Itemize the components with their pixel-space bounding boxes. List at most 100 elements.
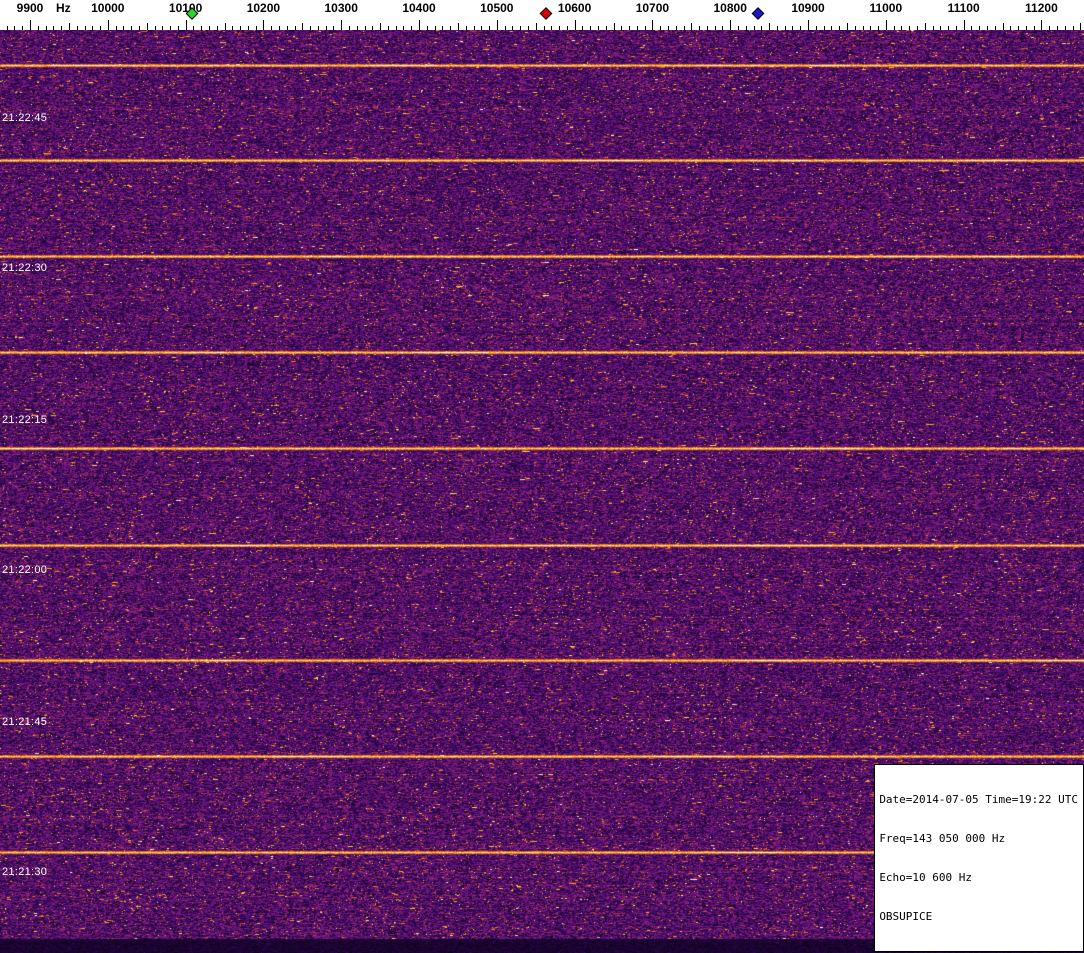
ruler-tick xyxy=(925,23,926,30)
ruler-tick xyxy=(217,26,218,30)
frequency-tick-label: 10900 xyxy=(791,1,824,15)
ruler-tick xyxy=(349,26,350,30)
ruler-tick xyxy=(816,26,817,30)
info-date-line: Date=2014-07-05 Time=19:22 UTC xyxy=(879,793,1078,806)
ruler-tick xyxy=(108,20,109,30)
ruler-tick xyxy=(155,26,156,30)
ruler-tick xyxy=(295,26,296,30)
red-frequency-marker-icon[interactable] xyxy=(539,7,552,20)
ruler-tick xyxy=(964,20,965,30)
frequency-tick-label: 10000 xyxy=(91,1,124,15)
ruler-tick xyxy=(92,26,93,30)
ruler-tick xyxy=(746,26,747,30)
ruler-tick xyxy=(396,26,397,30)
frequency-unit-label: Hz xyxy=(56,1,71,15)
ruler-tick xyxy=(769,23,770,30)
ruler-tick xyxy=(995,26,996,30)
ruler-tick xyxy=(699,26,700,30)
ruler-tick xyxy=(987,26,988,30)
ruler-tick xyxy=(326,26,327,30)
ruler-tick xyxy=(1057,26,1058,30)
ruler-tick xyxy=(46,26,47,30)
ruler-tick xyxy=(30,20,31,30)
ruler-tick xyxy=(380,23,381,30)
ruler-tick xyxy=(411,26,412,30)
ruler-tick xyxy=(614,23,615,30)
ruler-tick xyxy=(481,26,482,30)
ruler-tick xyxy=(318,26,319,30)
ruler-tick xyxy=(668,26,669,30)
ruler-tick xyxy=(878,26,879,30)
ruler-tick xyxy=(1026,26,1027,30)
ruler-tick xyxy=(645,26,646,30)
ruler-tick xyxy=(536,23,537,30)
frequency-tick-label: 10300 xyxy=(325,1,358,15)
ruler-tick xyxy=(637,26,638,30)
ruler-tick xyxy=(458,23,459,30)
ruler-tick xyxy=(948,26,949,30)
ruler-tick xyxy=(466,26,467,30)
ruler-tick xyxy=(567,26,568,30)
ruler-tick xyxy=(497,20,498,30)
ruler-tick xyxy=(590,26,591,30)
info-freq-line: Freq=143 050 000 Hz xyxy=(879,832,1078,845)
ruler-tick xyxy=(917,26,918,30)
ruler-tick xyxy=(61,26,62,30)
ruler-tick xyxy=(193,26,194,30)
ruler-tick xyxy=(123,26,124,30)
ruler-tick xyxy=(225,23,226,30)
ruler-tick xyxy=(333,26,334,30)
ruler-tick xyxy=(559,26,560,30)
ruler-tick xyxy=(1080,23,1081,30)
ruler-tick xyxy=(956,26,957,30)
ruler-tick xyxy=(684,26,685,30)
ruler-tick xyxy=(979,26,980,30)
info-station-line: OBSUPICE xyxy=(879,910,1078,923)
ruler-tick xyxy=(722,26,723,30)
frequency-tick-label: 10400 xyxy=(402,1,435,15)
ruler-tick xyxy=(474,26,475,30)
blue-frequency-marker-icon[interactable] xyxy=(752,7,765,20)
ruler-tick xyxy=(606,26,607,30)
frequency-tick-label: 11000 xyxy=(869,1,902,15)
ruler-tick xyxy=(186,20,187,30)
ruler-tick xyxy=(1049,26,1050,30)
ruler-tick xyxy=(100,26,101,30)
frequency-tick-label: 10200 xyxy=(247,1,280,15)
ruler-tick xyxy=(839,26,840,30)
ruler-tick xyxy=(53,26,54,30)
ruler-tick xyxy=(7,26,8,30)
ruler-tick xyxy=(505,26,506,30)
ruler-tick xyxy=(761,26,762,30)
ruler-tick xyxy=(1073,26,1074,30)
ruler-tick xyxy=(403,26,404,30)
ruler-tick xyxy=(302,23,303,30)
ruler-tick xyxy=(754,26,755,30)
ruler-tick xyxy=(1034,26,1035,30)
ruler-tick xyxy=(909,26,910,30)
ruler-tick xyxy=(85,26,86,30)
ruler-tick xyxy=(14,26,15,30)
ruler-tick xyxy=(427,26,428,30)
ruler-tick xyxy=(1041,20,1042,30)
ruler-tick xyxy=(512,26,513,30)
ruler-tick xyxy=(1003,23,1004,30)
frequency-tick-label: 10600 xyxy=(558,1,591,15)
frequency-ruler[interactable]: Hz 9900 10000 10100 10200 10300 10400 10500 106… xyxy=(0,0,1084,30)
ruler-tick xyxy=(450,26,451,30)
ruler-tick xyxy=(279,26,280,30)
ruler-tick xyxy=(847,23,848,30)
ruler-tick xyxy=(575,20,576,30)
ruler-tick xyxy=(38,26,39,30)
frequency-tick-label: 11200 xyxy=(1025,1,1058,15)
info-echo-line: Echo=10 600 Hz xyxy=(879,871,1078,884)
ruler-tick xyxy=(971,26,972,30)
ruler-tick xyxy=(598,26,599,30)
ruler-tick xyxy=(1065,26,1066,30)
ruler-tick xyxy=(715,26,716,30)
ruler-tick xyxy=(1010,26,1011,30)
ruler-tick xyxy=(785,26,786,30)
ruler-tick xyxy=(792,26,793,30)
ruler-tick xyxy=(886,20,887,30)
station-info-box: Date=2014-07-05 Time=19:22 UTC Freq=143 … xyxy=(874,764,1084,952)
